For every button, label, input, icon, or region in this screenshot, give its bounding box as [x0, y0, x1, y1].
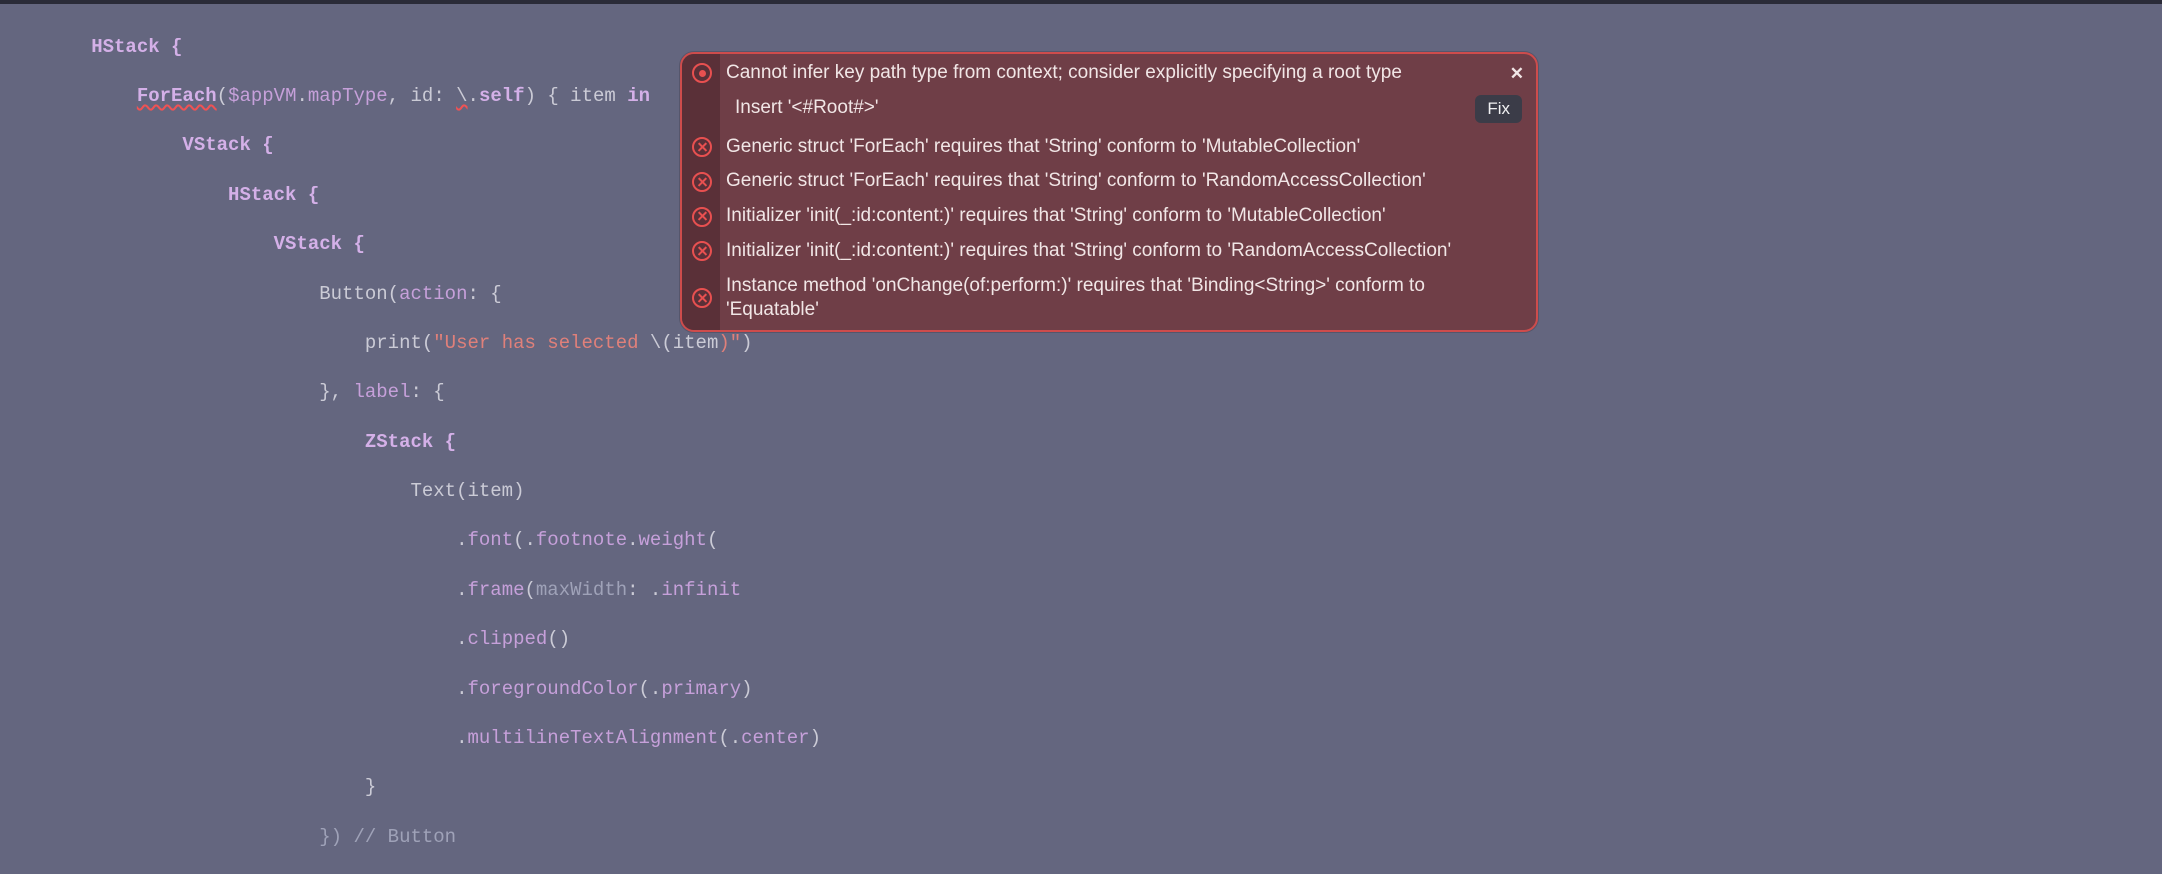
code-token: multilineTextAlignment: [467, 727, 718, 749]
code-token: foregroundColor: [467, 678, 638, 700]
code-token: }) // Button: [0, 826, 456, 848]
error-message: Generic struct 'ForEach' requires that '…: [726, 169, 1426, 194]
code-token: (: [525, 579, 536, 601]
fix-suggestion-text: Insert '<#Root#>': [735, 96, 879, 121]
code-token: center: [741, 727, 809, 749]
error-circle-x-icon: [692, 137, 712, 157]
error-row[interactable]: Cannot infer key path type from context;…: [682, 56, 1536, 91]
code-token: in: [627, 85, 650, 107]
code-token: ): [741, 678, 752, 700]
error-message: Instance method 'onChange(of:perform:)' …: [726, 274, 1522, 323]
code-token: .: [296, 85, 307, 107]
error-message: Initializer 'init(_:id:content:)' requir…: [726, 239, 1451, 264]
code-token: mapType: [308, 85, 388, 107]
code-token: : {: [410, 381, 444, 403]
error-circle-x-icon: [692, 288, 712, 308]
error-circle-x-icon: [692, 207, 712, 227]
code-token: .: [0, 727, 467, 749]
error-panel: Cannot infer key path type from context;…: [680, 52, 1538, 332]
code-token: VStack {: [0, 134, 274, 156]
code-token: .: [0, 529, 467, 551]
code-token: ): [810, 727, 821, 749]
code-token: item: [673, 332, 719, 354]
error-row[interactable]: Initializer 'init(_:id:content:)' requir…: [682, 199, 1536, 234]
error-message: Cannot infer key path type from context;…: [726, 61, 1402, 86]
code-token: : {: [468, 283, 502, 305]
code-token: \(: [650, 332, 673, 354]
code-token: ZStack {: [0, 431, 456, 453]
code-token: (.: [639, 678, 662, 700]
code-token: }: [0, 776, 376, 798]
code-token: , id:: [388, 85, 456, 107]
code-token: label: [353, 381, 410, 403]
code-token: action: [399, 283, 467, 305]
error-row[interactable]: Generic struct 'ForEach' requires that '…: [682, 164, 1536, 199]
code-token: (): [547, 628, 570, 650]
error-message: Initializer 'init(_:id:content:)' requir…: [726, 204, 1386, 229]
code-token: VStack {: [0, 233, 365, 255]
error-row[interactable]: Initializer 'init(_:id:content:)' requir…: [682, 234, 1536, 269]
code-token: footnote: [536, 529, 627, 551]
code-token: (: [707, 529, 718, 551]
code-token: [0, 85, 137, 107]
code-token: self: [479, 85, 525, 107]
error-row[interactable]: Generic struct 'ForEach' requires that '…: [682, 130, 1536, 165]
code-token: \: [456, 85, 467, 107]
error-row[interactable]: Instance method 'onChange(of:perform:)' …: [682, 269, 1536, 328]
error-fix-row: Insert '<#Root#>' Fix: [682, 91, 1536, 130]
code-token: frame: [467, 579, 524, 601]
code-token: .: [0, 579, 467, 601]
code-token: ) { item: [525, 85, 628, 107]
code-token: (.: [513, 529, 536, 551]
code-token: .: [627, 529, 638, 551]
code-token: primary: [661, 678, 741, 700]
code-token: Text(item): [0, 480, 525, 502]
code-token: print(: [0, 332, 433, 354]
error-circle-dot-icon: [692, 63, 712, 83]
error-circle-x-icon: [692, 172, 712, 192]
code-token: font: [467, 529, 513, 551]
code-token: HStack {: [0, 184, 319, 206]
code-token: infinit: [661, 579, 741, 601]
code-token: )": [718, 332, 741, 354]
code-token: ForEach: [137, 85, 217, 107]
error-message: Generic struct 'ForEach' requires that '…: [726, 135, 1360, 160]
close-icon[interactable]: ✕: [1510, 63, 1524, 85]
code-token: HStack {: [0, 36, 182, 58]
code-token: .: [0, 628, 467, 650]
error-circle-x-icon: [692, 241, 712, 261]
code-token: .: [468, 85, 479, 107]
code-token: },: [0, 381, 353, 403]
code-token: weight: [639, 529, 707, 551]
code-token: "User has selected: [433, 332, 650, 354]
code-token: maxWidth: [536, 579, 627, 601]
code-token: : .: [627, 579, 661, 601]
code-token: (: [217, 85, 228, 107]
code-token: ): [741, 332, 752, 354]
code-token: clipped: [467, 628, 547, 650]
code-token: (.: [718, 727, 741, 749]
code-token: Button(: [0, 283, 399, 305]
code-token: $appVM: [228, 85, 296, 107]
fix-button[interactable]: Fix: [1475, 95, 1522, 123]
code-token: .: [0, 678, 467, 700]
